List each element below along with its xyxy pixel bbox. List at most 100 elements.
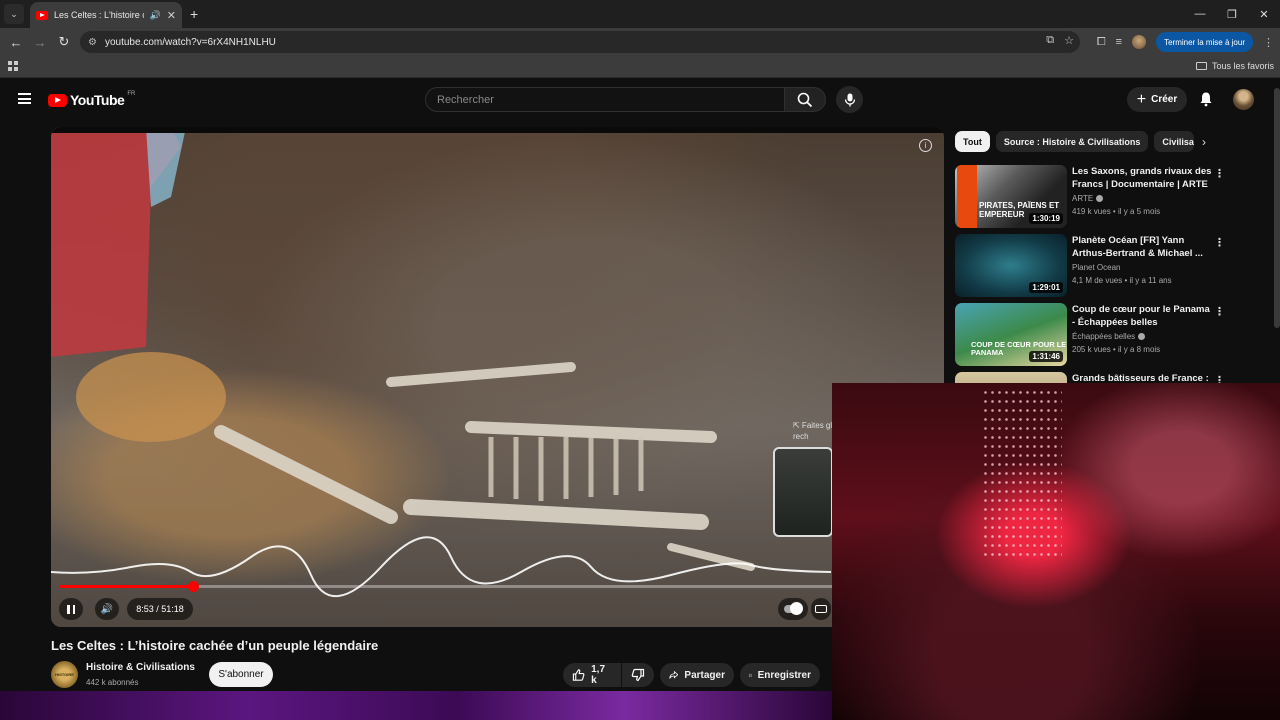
webcam-overlay — [832, 383, 1280, 720]
plus-icon: + — [1136, 90, 1147, 108]
video-content-skeleton — [51, 127, 832, 598]
window-controls: — ❐ ✕ — [1184, 0, 1280, 28]
player-top-edge — [51, 127, 944, 133]
masthead: YouTube FR Rechercher + Créer — [0, 79, 1280, 121]
more-options-icon[interactable]: ⋮ — [1214, 236, 1225, 249]
profile-avatar[interactable] — [1132, 35, 1147, 49]
channel-avatar[interactable]: HISTOIRE — [51, 661, 78, 688]
recommendation-item[interactable]: PIRATES, PAÏENS ET EMPEREUR 1:30:19 Les … — [955, 165, 1275, 229]
notifications-bell-icon[interactable] — [1198, 91, 1214, 107]
verified-icon — [1096, 195, 1104, 202]
info-icon[interactable]: i — [919, 139, 932, 152]
recommendation-item[interactable]: COUP DE CŒUR POUR LE PANAMA 1:31:46 Coup… — [955, 303, 1275, 367]
browser-tab-active[interactable]: Les Celtes : L'histoire cachée d'un peup… — [30, 2, 182, 28]
new-tab-icon[interactable]: + — [190, 6, 198, 22]
tab-audio-icon[interactable]: 🔊 — [150, 10, 161, 21]
autoplay-toggle[interactable] — [778, 598, 808, 620]
create-button[interactable]: + Créer — [1127, 87, 1187, 112]
create-label: Créer — [1151, 94, 1178, 105]
minimize-icon[interactable]: — — [1184, 0, 1216, 28]
logo-text: YouTube — [70, 92, 125, 108]
volume-icon[interactable]: 🔊 — [95, 598, 119, 620]
recommendation-item[interactable]: 1:29:01 Planète Océan [FR] Yann Arthus-B… — [955, 234, 1275, 298]
thumbs-down-icon — [631, 668, 645, 682]
browser-toolbar: ← → ↻ ⚙ youtube.com/watch?v=6rX4NH1NLHU … — [0, 28, 1280, 56]
recommendation-thumbnail[interactable]: COUP DE CŒUR POUR LE PANAMA 1:31:46 — [955, 303, 1067, 366]
description-area-background — [0, 691, 832, 720]
bookmark-star-icon[interactable]: ☆ — [1064, 34, 1074, 47]
progress-scrubber[interactable] — [188, 581, 200, 592]
folder-icon — [1195, 62, 1207, 70]
youtube-logo[interactable]: YouTube FR — [48, 91, 135, 108]
channel-label: Échappées belles — [1072, 332, 1136, 341]
address-bar[interactable]: ⚙ youtube.com/watch?v=6rX4NH1NLHU ⧉ ☆ — [80, 31, 1080, 53]
apps-grid-icon[interactable] — [8, 61, 18, 71]
extensions-icon[interactable]: ⧠ — [1097, 36, 1106, 49]
subscriber-count: 442 k abonnés — [86, 678, 139, 687]
reload-icon[interactable]: ↻ — [52, 30, 76, 54]
update-button[interactable]: Terminer la mise à jour — [1156, 32, 1253, 52]
menu-icon[interactable] — [18, 93, 31, 104]
hint-line-1: ⇱ Faites gl — [793, 421, 833, 430]
preview-thumbnail[interactable] — [773, 447, 833, 537]
voice-search-button[interactable] — [836, 86, 863, 113]
pause-button[interactable] — [59, 598, 83, 620]
more-options-icon[interactable]: ⋮ — [1214, 167, 1225, 180]
bookmark-icon — [749, 673, 752, 677]
progress-bar[interactable] — [59, 581, 834, 592]
omnibox-actions: ⧉ ☆ — [1046, 34, 1074, 47]
screen: ⌄ Les Celtes : L'histoire cachée d'un pe… — [0, 0, 1280, 720]
recommendation-channel[interactable]: ARTE — [1072, 194, 1104, 203]
subscribe-button[interactable]: S'abonner — [209, 662, 273, 687]
close-window-icon[interactable]: ✕ — [1248, 0, 1280, 28]
dislike-button[interactable] — [622, 663, 654, 687]
youtube-favicon-icon — [36, 10, 48, 20]
current-time: 8:53 — [136, 604, 154, 614]
channel-name[interactable]: Histoire & Civilisations — [86, 662, 195, 673]
search-button[interactable] — [784, 87, 826, 112]
media-controls-icon[interactable]: ≡ — [1116, 36, 1122, 48]
thumbs-up-icon — [572, 669, 585, 681]
site-info-icon[interactable]: ⚙ — [88, 37, 97, 48]
recommendation-title[interactable]: Coup de cœur pour le Panama - Échappées … — [1072, 303, 1212, 329]
recommendation-channel[interactable]: Échappées belles — [1072, 332, 1146, 341]
share-button[interactable]: Partager — [660, 663, 734, 687]
recommendation-thumbnail[interactable]: PIRATES, PAÏENS ET EMPEREUR 1:30:19 — [955, 165, 1067, 228]
player-hint: ⇱ Faites gl rech — [793, 420, 832, 442]
chevron-right-icon[interactable]: › — [1202, 135, 1206, 149]
chip-civilisations[interactable]: Civilisations — [1154, 131, 1195, 152]
save-button[interactable]: Enregistrer — [740, 663, 820, 687]
like-button[interactable]: 1,7 k — [563, 663, 621, 687]
verified-icon — [1138, 333, 1146, 340]
tab-search-button[interactable]: ⌄ — [4, 4, 24, 24]
search-input[interactable]: Rechercher — [425, 87, 785, 112]
recommendation-title[interactable]: Planète Océan [FR] Yann Arthus-Bertrand … — [1072, 234, 1212, 260]
recommendation-thumbnail[interactable]: 1:29:01 — [955, 234, 1067, 297]
install-app-icon[interactable]: ⧉ — [1046, 34, 1054, 47]
forward-icon[interactable]: → — [28, 30, 52, 54]
video-frame — [51, 127, 944, 627]
bookmarks-bar: Tous les favoris — [0, 56, 1280, 78]
account-avatar[interactable] — [1233, 89, 1254, 110]
chip-all[interactable]: Tout — [955, 131, 990, 152]
maximize-icon[interactable]: ❐ — [1216, 0, 1248, 28]
channel-label: ARTE — [1072, 194, 1094, 203]
microphone-icon — [844, 93, 855, 106]
back-icon[interactable]: ← — [4, 30, 28, 54]
hint-line-2: rech — [793, 432, 809, 441]
chip-source[interactable]: Source : Histoire & Civilisations — [995, 131, 1149, 152]
all-bookmarks-button[interactable]: Tous les favoris — [1195, 61, 1274, 71]
browser-menu-icon[interactable]: ⋮ — [1263, 36, 1274, 49]
recommendation-meta: 419 k vues • il y a 5 mois — [1072, 207, 1161, 216]
tab-close-icon[interactable]: ✕ — [167, 9, 176, 22]
like-count: 1,7 k — [591, 664, 606, 686]
tab-title: Les Celtes : L'histoire cachée d'un peup… — [54, 10, 144, 20]
more-options-icon[interactable]: ⋮ — [1214, 305, 1225, 318]
recommendation-channel[interactable]: Planet Ocean — [1072, 263, 1120, 272]
recommendation-meta: 4,1 M de vues • il y a 11 ans — [1072, 276, 1172, 285]
subtitles-button[interactable] — [811, 598, 831, 620]
filter-chips: Tout Source : Histoire & Civilisations C… — [955, 131, 1195, 152]
video-player[interactable]: i ⇱ Faites gl rech 🔊 8:53 / 51:18 — [51, 127, 944, 627]
time-display: 8:53 / 51:18 — [127, 598, 193, 620]
recommendation-title[interactable]: Les Saxons, grands rivaux des Francs | D… — [1072, 165, 1212, 191]
